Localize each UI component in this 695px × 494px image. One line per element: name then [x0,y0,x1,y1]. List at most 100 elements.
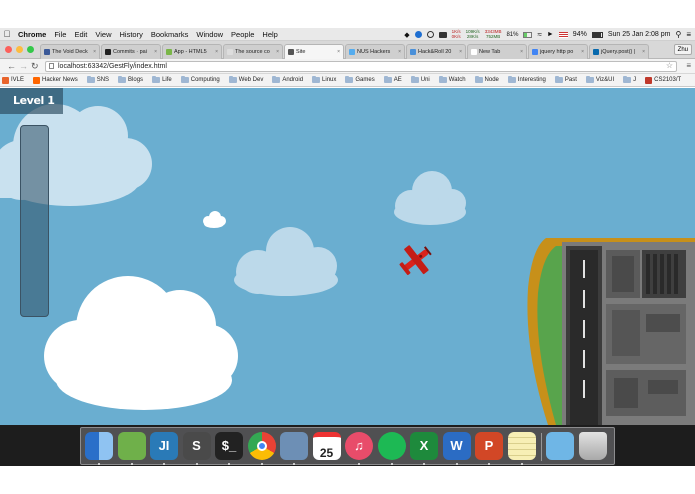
tab-close-icon[interactable]: × [335,49,340,55]
browser-tab[interactable]: jQuery.post() | × [589,44,649,59]
calendar-icon[interactable]: 25 [312,432,341,460]
bookmark-item[interactable]: Node [474,76,499,83]
bookmark-item[interactable]: Android [272,76,303,83]
sublime-text-icon[interactable]: S [182,432,211,460]
profile-button[interactable]: Zhu [673,44,692,55]
bookmark-item[interactable]: Games [345,76,375,83]
time-machine-icon[interactable] [426,31,434,38]
dropbox-icon[interactable] [414,31,422,38]
tab-close-icon[interactable]: × [518,49,523,55]
menu-history[interactable]: History [116,30,147,39]
clock[interactable]: Sun 25 Jan 2:08 pm [608,31,671,38]
minimize-window-button[interactable] [16,46,23,53]
menu-view[interactable]: View [91,30,115,39]
tab-close-icon[interactable]: × [91,49,96,55]
browser-tab[interactable]: New Tab × [467,44,527,59]
word-icon[interactable]: W [442,432,471,460]
bookmark-item[interactable]: Watch [438,76,466,83]
bookmark-item[interactable]: Uni [410,76,430,83]
browser-tab[interactable]: The Void Deck × [40,44,100,59]
browser-tab[interactable]: NUS Hackers × [345,44,405,59]
menu-chrome[interactable]: Chrome [14,30,50,39]
bookmark-item[interactable]: Hacker News [33,76,78,84]
intellij-icon[interactable]: JI [150,432,178,460]
battery-icon[interactable] [591,31,603,38]
bookmark-item[interactable]: SNS [86,76,109,83]
running-indicator [98,463,100,465]
cloud [203,211,226,228]
terminal-icon[interactable]: $_ [215,432,243,460]
folder-icon [312,76,321,83]
level-indicator: Level 1 [0,88,63,114]
tab-close-icon[interactable]: × [579,49,584,55]
browser-tab[interactable]: jquery http po × [528,44,588,59]
browser-tab[interactable]: The source co × [223,44,283,59]
red-plane[interactable] [394,238,439,283]
tab-close-icon[interactable]: × [396,49,401,55]
menu-people[interactable]: People [227,30,258,39]
browser-tab[interactable]: Commits · pai × [101,44,161,59]
address-bar[interactable]: localhost:63342/GestFly/index.html ☆ [45,61,677,72]
cloud [394,171,466,225]
tab-close-icon[interactable]: × [274,49,279,55]
bookmark-item[interactable]: Life [152,76,172,83]
menu-help[interactable]: Help [258,30,281,39]
powerpoint-icon[interactable]: P [475,432,503,460]
cloud [234,227,338,296]
preview-icon[interactable] [280,432,308,460]
tab-favicon-icon [44,49,50,55]
spotify-icon[interactable] [377,432,406,460]
bookmark-item[interactable]: J [623,76,636,83]
chrome-icon[interactable] [247,432,276,460]
itunes-icon[interactable]: ♫ [345,432,373,460]
browser-tab[interactable]: Site × [284,44,344,59]
spotlight-search-icon[interactable]: ⚲ [675,30,681,39]
bookmark-item[interactable]: IVLE [2,76,24,84]
browser-tab[interactable]: Hack&Roll 20 × [406,44,466,59]
bookmark-star-icon[interactable]: ☆ [666,61,673,70]
notification-bell-icon[interactable]: ◆ [404,31,409,39]
bookmark-item[interactable]: Linux [312,76,336,83]
zoom-window-button[interactable] [27,46,34,53]
tab-close-icon[interactable]: × [457,49,462,55]
tab-label: App - HTML5 [174,49,207,55]
excel-icon[interactable]: X [410,432,438,460]
menu-edit[interactable]: Edit [70,30,91,39]
trash-icon[interactable] [578,432,607,460]
network-speed-readout: 1K/s 0K/s [452,29,461,39]
wifi-icon[interactable]: ≈ [537,30,541,39]
menu-window[interactable]: Window [192,30,227,39]
browser-tab[interactable]: App - HTML5 × [162,44,222,59]
menu-file[interactable]: File [50,30,70,39]
bookmark-item[interactable]: Web Dev [228,76,263,83]
chrome-menu-icon[interactable]: ≡ [686,61,691,70]
reload-icon[interactable]: ↻ [31,61,39,71]
bookmark-item[interactable]: Viz&UI [585,76,615,83]
bookmark-item[interactable]: CS2103/T [645,76,681,84]
close-window-button[interactable] [5,46,12,53]
bookmark-item[interactable]: Past [554,76,577,83]
tab-close-icon[interactable]: × [213,49,218,55]
android-studio-icon[interactable] [117,432,146,460]
bookmark-item[interactable]: Blogs [118,76,143,83]
bookmark-label: Viz&UI [595,77,615,83]
forward-arrow-icon[interactable]: → [19,61,28,71]
bookmark-item[interactable]: Computing [180,76,220,83]
display-icon[interactable] [438,31,447,38]
bookmark-item[interactable]: Interesting [507,76,546,83]
tab-favicon-icon [532,49,538,55]
finder-icon[interactable] [85,432,113,460]
us-flag-icon[interactable] [558,31,568,38]
downloads-folder-icon[interactable] [546,432,574,460]
bookmark-item[interactable]: AE [383,76,402,83]
notification-center-icon[interactable]: ≡ [686,30,691,39]
menu-bookmarks[interactable]: Bookmarks [147,30,193,39]
game-viewport[interactable]: Level 1 [0,88,695,425]
back-arrow-icon[interactable]: ← [7,61,16,71]
notes-icon[interactable] [507,432,536,460]
tab-label: Site [296,49,306,55]
apple-menu-icon[interactable]:  [0,29,14,39]
tab-close-icon[interactable]: × [640,49,645,55]
volume-icon[interactable]: ► [547,31,554,38]
tab-close-icon[interactable]: × [152,49,157,55]
